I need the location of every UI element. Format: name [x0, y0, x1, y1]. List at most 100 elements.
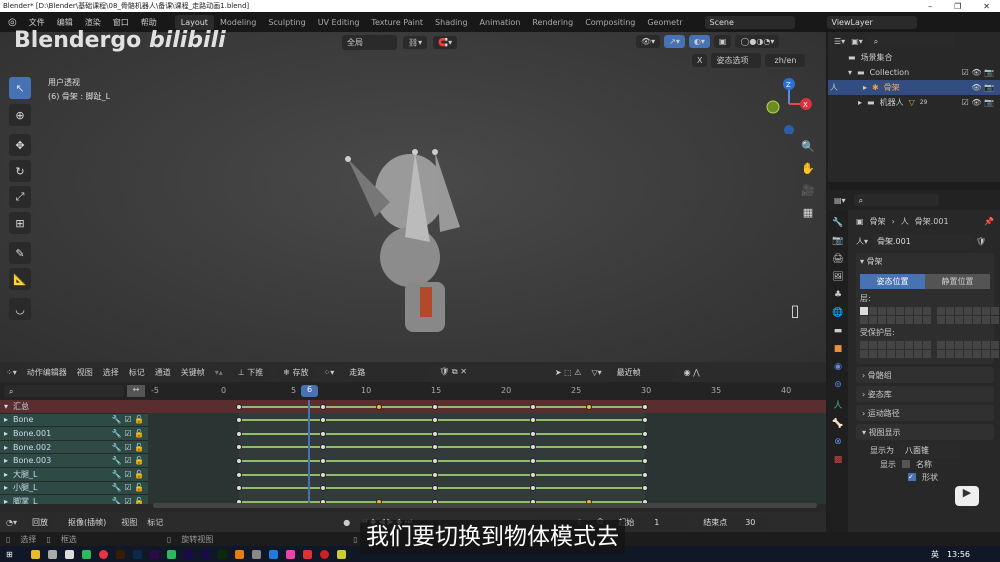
tool-tab-icon[interactable]: 🔧: [832, 218, 843, 228]
ime-indicator[interactable]: 英: [931, 549, 939, 560]
outliner-row-scene-collection[interactable]: ▬ 场景集合: [828, 50, 1000, 65]
keyframe[interactable]: [432, 471, 438, 478]
only-selected-icon[interactable]: ➤ ⬚ ⚠: [555, 368, 582, 377]
tab-uv-editing[interactable]: UV Editing: [312, 15, 366, 30]
pan-view-icon[interactable]: ✋: [798, 158, 818, 178]
keyframe[interactable]: [530, 430, 536, 437]
blender-logo-icon[interactable]: ◎: [8, 17, 17, 28]
bone-groups-panel[interactable]: › 骨骼组: [856, 367, 994, 383]
app-icon[interactable]: [47, 549, 57, 559]
keyframe[interactable]: [320, 444, 326, 451]
keyframe[interactable]: [236, 430, 242, 437]
data-browse-icon[interactable]: 人▾: [856, 236, 868, 247]
expand-arrow-icon[interactable]: ▸: [4, 415, 8, 424]
menu-file[interactable]: 文件: [29, 17, 45, 28]
transform-orientation-dropdown[interactable]: 全局: [342, 35, 397, 50]
menu-channel[interactable]: 通道: [155, 367, 171, 378]
wechat-work-icon[interactable]: [81, 549, 91, 559]
channel-toggles[interactable]: 🔧 ☑ 🔓: [112, 470, 148, 479]
display-as-dropdown[interactable]: 八面锥: [900, 442, 960, 458]
pivot-icon[interactable]: ⛓▾: [403, 36, 428, 49]
keyframe[interactable]: [530, 403, 536, 410]
keyframe[interactable]: [320, 430, 326, 437]
menu-key[interactable]: 关键帧: [181, 367, 205, 378]
camera-view-icon[interactable]: 🎥: [798, 180, 818, 200]
collection-tab-icon[interactable]: ▬: [834, 326, 843, 336]
clock[interactable]: 13:56: [947, 550, 1000, 559]
playhead-line[interactable]: [308, 400, 310, 504]
pose-mode-icon[interactable]: 人: [830, 82, 838, 93]
windows-start-icon[interactable]: ⊞: [6, 550, 13, 559]
app-icon[interactable]: [302, 549, 312, 559]
keyframe[interactable]: [432, 430, 438, 437]
scale-tool-icon[interactable]: ⤢: [9, 186, 31, 208]
fake-user-icon[interactable]: 🛡: [976, 237, 986, 246]
grid-view-icon[interactable]: ▦: [798, 202, 818, 222]
illustrator-icon[interactable]: [115, 549, 125, 559]
zoom-view-icon[interactable]: 🔍: [798, 136, 818, 156]
proportional-edit-icon[interactable]: ◉ ⋀: [684, 368, 700, 377]
output-tab-icon[interactable]: 🖨: [832, 254, 843, 264]
tab-shading[interactable]: Shading: [429, 15, 474, 30]
app-icon[interactable]: [251, 549, 261, 559]
expand-arrow-icon[interactable]: ▸: [4, 483, 8, 492]
keyframe[interactable]: [586, 403, 592, 410]
keyframe[interactable]: [530, 457, 536, 464]
render-tab-icon[interactable]: 📷: [832, 236, 843, 246]
keyframe[interactable]: [376, 403, 382, 410]
armature-data-name-field[interactable]: 骨架.001: [872, 233, 973, 249]
keyframe[interactable]: [642, 444, 648, 451]
expand-arrow-icon[interactable]: ▸: [4, 456, 8, 465]
rest-position-button[interactable]: 静置位置: [925, 274, 990, 289]
expand-arrow-icon[interactable]: ▸: [4, 470, 8, 479]
premiere-icon[interactable]: [149, 549, 159, 559]
armature-data-tab-icon[interactable]: 人: [833, 398, 842, 411]
display-mode-icon[interactable]: ☰▾: [834, 37, 845, 46]
pin-icon[interactable]: 📌: [984, 217, 1000, 226]
editor-type-dropdown[interactable]: 动作编辑器: [27, 367, 67, 378]
keyframe[interactable]: [642, 471, 648, 478]
visibility-icons[interactable]: ☑ 👁 📷: [962, 68, 1000, 77]
action-fake-user-icon[interactable]: 🛡 ⧉ ✕: [439, 367, 467, 377]
prelude-icon[interactable]: [217, 549, 227, 559]
keyframe[interactable]: [530, 471, 536, 478]
keyframe[interactable]: [530, 444, 536, 451]
menu-edit[interactable]: 编辑: [57, 17, 73, 28]
bone-tab-icon[interactable]: 🦴: [832, 419, 843, 429]
menu-marker[interactable]: 标记: [147, 517, 163, 528]
app-icon[interactable]: [64, 549, 74, 559]
chrome-icon[interactable]: [98, 549, 108, 559]
channel-row[interactable]: ▸ 大腿_L 🔧 ☑ 🔓: [0, 468, 148, 481]
pose-library-panel[interactable]: › 姿态库: [856, 386, 994, 402]
menu-view[interactable]: 视图: [121, 517, 137, 528]
visibility-icons[interactable]: ☑ 👁 📷: [962, 98, 1000, 107]
menu-help[interactable]: 帮助: [141, 17, 157, 28]
keyframe[interactable]: [432, 457, 438, 464]
modifier-tab-icon[interactable]: ◉: [834, 362, 842, 372]
pose-position-button[interactable]: 姿态位置: [860, 274, 925, 289]
photoshop-icon[interactable]: [132, 549, 142, 559]
measure-tool-icon[interactable]: 📐: [9, 268, 31, 290]
outliner-search[interactable]: ⌕: [868, 35, 954, 47]
pose-options-dropdown[interactable]: 姿态选项: [711, 53, 762, 68]
keyframe[interactable]: [530, 485, 536, 492]
keyframe[interactable]: [236, 485, 242, 492]
viewport-display-panel[interactable]: ▾ 视图显示: [856, 424, 994, 440]
keyframe[interactable]: [320, 417, 326, 424]
transform-tool-icon[interactable]: ⊞: [9, 212, 31, 234]
name-checkbox[interactable]: [902, 460, 910, 468]
channel-row[interactable]: ▸ Bone.001 🔧 ☑ 🔓: [0, 427, 148, 440]
channel-row[interactable]: ▸ Bone.003 🔧 ☑ 🔓: [0, 454, 148, 467]
lang-toggle-button[interactable]: zh/en: [765, 54, 806, 67]
channel-row[interactable]: ▸ Bone 🔧 ☑ 🔓: [0, 413, 148, 427]
dopesheet-mode-icon[interactable]: ⁘▾: [6, 368, 17, 377]
keyframe[interactable]: [236, 417, 242, 424]
properties-search[interactable]: ⌕: [853, 194, 939, 206]
shape-checkbox[interactable]: ✓: [908, 473, 916, 481]
skeleton-panel-header[interactable]: ▾ 骨架: [860, 256, 990, 270]
visibility-icons[interactable]: 👁 📷: [971, 83, 1000, 92]
app-icon[interactable]: [285, 549, 295, 559]
overlay-toggle-icon[interactable]: ◐▾: [688, 35, 710, 48]
keyframe[interactable]: [432, 403, 438, 410]
channel-row[interactable]: ▸ 脚掌_L 🔧 ☑ 🔓: [0, 495, 148, 504]
